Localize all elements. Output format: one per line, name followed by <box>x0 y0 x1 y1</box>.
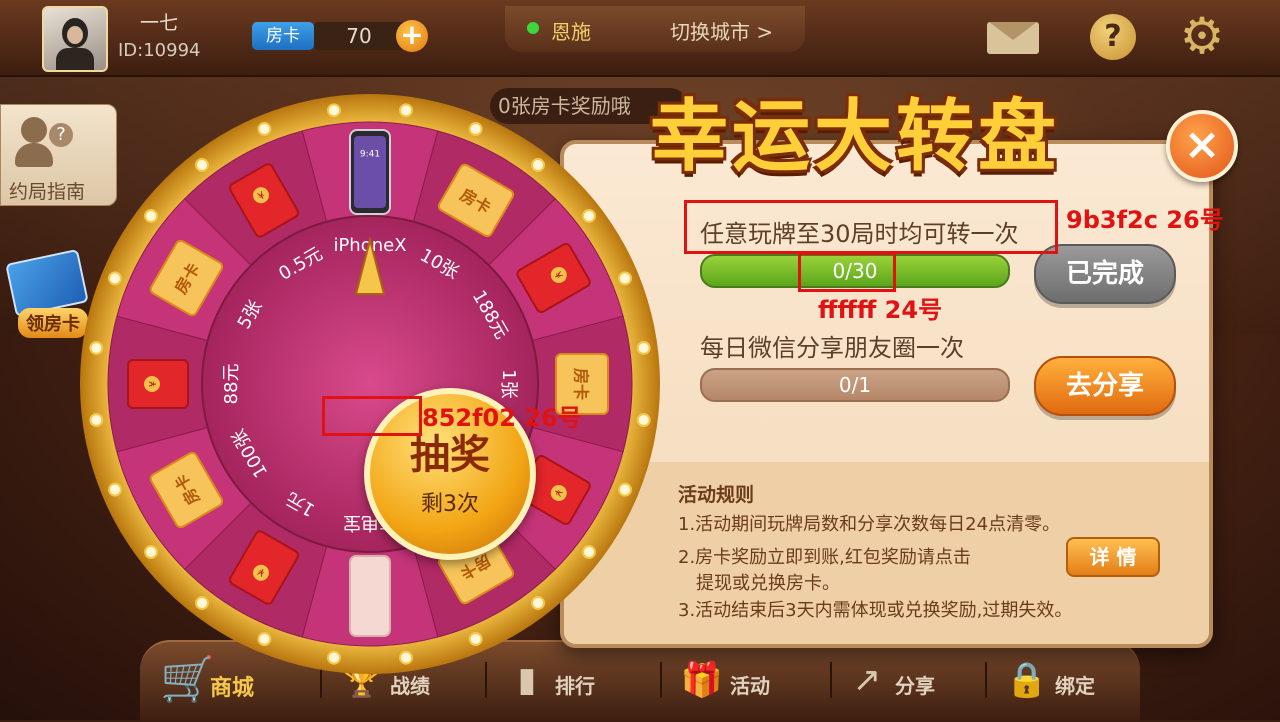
wheel-bulb <box>399 650 414 665</box>
close-button[interactable]: × <box>1166 110 1238 182</box>
annotation-box-progress <box>798 252 896 292</box>
wheel-bulb <box>531 158 546 173</box>
avatar[interactable] <box>42 6 108 72</box>
people-icon: ? <box>15 117 75 167</box>
rule-2-continued: 提现或兑换房卡。 <box>696 573 840 594</box>
panel-title-banner: 幸运大转盘 <box>650 74 1150 184</box>
wheel-bulb <box>636 413 651 428</box>
annotation-progress: ffffff 24号 <box>818 296 943 324</box>
rule-3: 3.活动结束后3天内需体现或兑换奖励,过期失效。 <box>678 600 1073 621</box>
wheel-bulb <box>326 650 341 665</box>
remaining-draws: 剩3次 <box>421 492 479 517</box>
annotation-box-remaining <box>322 396 422 436</box>
wheel-bulb <box>144 208 159 223</box>
wheel-bulb <box>257 631 272 646</box>
wheel-bulb <box>89 413 104 428</box>
wheel-bulb <box>89 340 104 355</box>
wheel-bulb <box>326 103 341 118</box>
annotation-box-task-text <box>684 200 1058 254</box>
wheel-bulb <box>399 103 414 118</box>
wheel-bulb <box>617 271 632 286</box>
task2-progress-label: 0/1 <box>838 373 872 397</box>
annotation-task-text: 9b3f2c 26号 <box>1066 206 1224 234</box>
room-card-value: 70 <box>314 22 404 50</box>
mail-icon[interactable] <box>985 14 1039 58</box>
share-icon: ↗ <box>852 660 882 700</box>
question-badge-icon: ? <box>49 123 73 147</box>
wheel-bulb <box>468 631 483 646</box>
switch-city-button[interactable]: 切换城市 > <box>670 16 773 45</box>
top-bar: 一七 ID:10994 房卡 70 + 恩施 切换城市 > ? ⚙ <box>0 0 1280 77</box>
power-bank-icon <box>349 555 391 637</box>
details-button[interactable]: 详 情 <box>1066 537 1160 577</box>
gear-icon[interactable]: ⚙ <box>1178 11 1226 61</box>
task2-text: 每日微信分享朋友圈一次 <box>700 334 964 362</box>
person-body <box>15 143 53 167</box>
wheel-bulb <box>581 545 596 560</box>
rule-1: 1.活动期间玩牌局数和分享次数每日24点清零。 <box>678 514 1061 535</box>
city-name: 恩施 <box>551 20 591 44</box>
wheel-bulb <box>257 122 272 137</box>
wheel-bulb <box>108 482 123 497</box>
wheel-bulb <box>617 482 632 497</box>
avatar-body <box>56 48 94 70</box>
share-button[interactable]: 去分享 <box>1034 356 1176 416</box>
help-icon[interactable]: ? <box>1090 14 1138 60</box>
username: 一七 <box>140 12 179 34</box>
phone-icon: 9:41 <box>349 129 391 215</box>
phone-time: 9:41 <box>360 150 380 160</box>
rules-title: 活动规则 <box>678 484 755 506</box>
city-notice: 恩施 切换城市 > <box>505 6 805 52</box>
prize-wheel-graphic: iPhoneX10张188元1张5元20张充电宝1元100张88元5张0.5元 … <box>80 94 660 674</box>
lock-icon: 🔒 <box>1005 660 1049 700</box>
help-glyph: ? <box>1090 14 1136 60</box>
nav-share-label: 分享 <box>895 674 935 698</box>
wheel-bulb <box>108 271 123 286</box>
room-card-text: 房卡 <box>572 368 591 400</box>
nav-divider <box>830 662 832 698</box>
panel-title: 幸运大转盘 <box>650 92 1061 182</box>
power-bank-body <box>349 555 391 637</box>
nav-bind-label: 绑定 <box>1055 674 1095 698</box>
add-room-card-button[interactable]: + <box>396 20 428 52</box>
wheel-bulb <box>468 122 483 137</box>
red-packet-icon: ¥ <box>127 359 189 409</box>
wheel-bulb <box>194 158 209 173</box>
task2-progress-bar: 0/1 <box>700 368 1010 402</box>
wheel-bulb <box>636 340 651 355</box>
yuan-symbol: ¥ <box>148 381 159 387</box>
online-status-icon <box>527 22 539 34</box>
wheel-bulb <box>531 595 546 610</box>
wheel-prize-label: 88元 <box>221 364 242 405</box>
user-id: ID:10994 <box>118 40 201 61</box>
room-card-balance: 房卡 70 + <box>252 18 432 54</box>
wheel-bulb <box>144 545 159 560</box>
wheel-bulb <box>581 208 596 223</box>
annotation-remaining: 852f02 26号 <box>422 404 582 432</box>
avatar-face <box>67 26 83 44</box>
phone-screen <box>354 136 386 208</box>
prize-wheel[interactable]: iPhoneX10张188元1张5元20张充电宝1元100张88元5张0.5元 … <box>74 88 666 680</box>
nav-divider <box>985 662 987 698</box>
wheel-prize-label: 1张 <box>498 369 519 398</box>
nav-activity-label: 活动 <box>730 674 770 698</box>
wheel-bulb <box>194 595 209 610</box>
room-card-label: 房卡 <box>252 22 314 50</box>
person-head <box>21 117 47 143</box>
envelope-flap <box>989 22 1037 40</box>
rule-2: 2.房卡奖励立即到账,红包奖励请点击 <box>678 547 971 568</box>
gift-icon: 🎁 <box>680 660 724 700</box>
